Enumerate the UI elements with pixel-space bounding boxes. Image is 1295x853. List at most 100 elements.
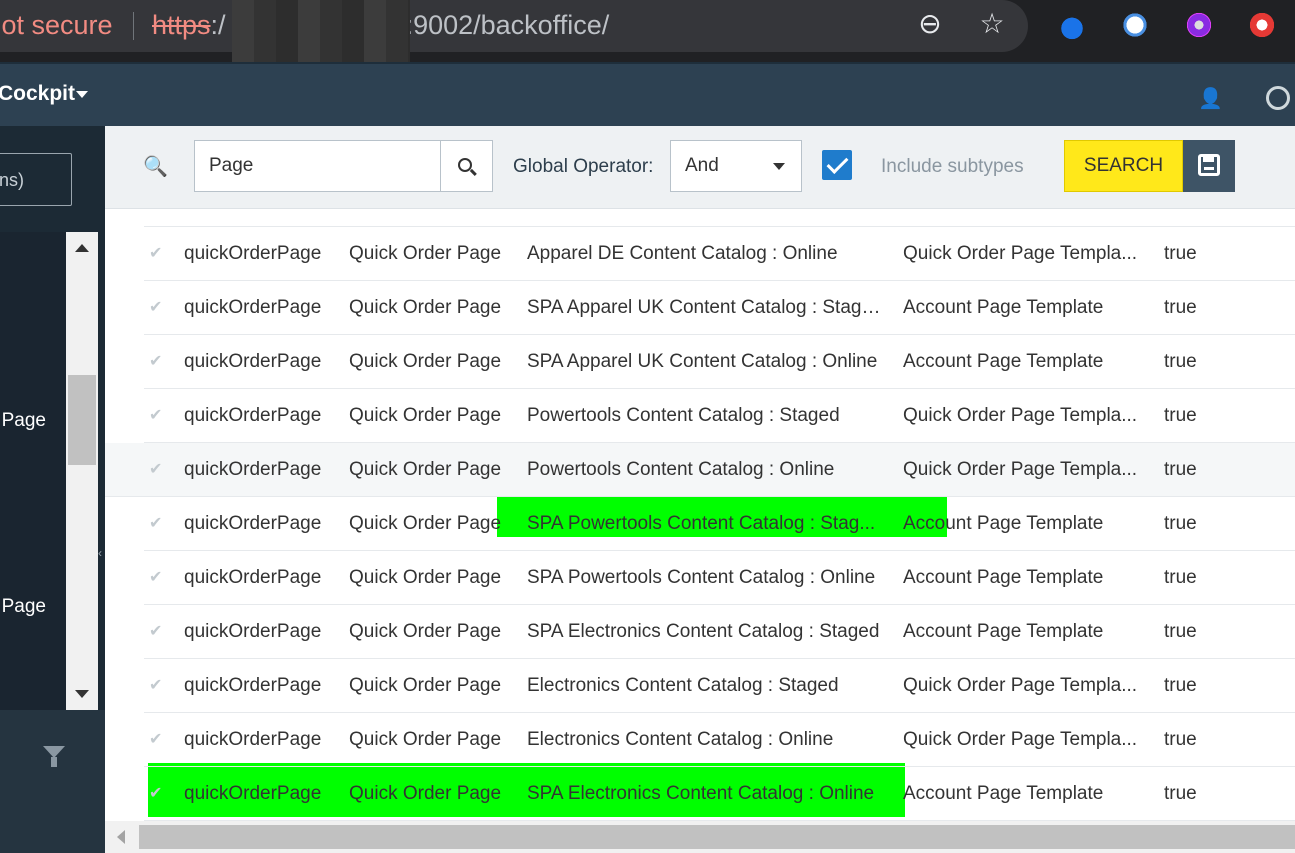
cell-flag: true bbox=[1164, 621, 1197, 642]
extension-icon[interactable] bbox=[1055, 8, 1089, 42]
scroll-down-icon[interactable] bbox=[75, 690, 89, 698]
horizontal-scrollbar[interactable] bbox=[105, 821, 1295, 853]
browser-toolbar: Not secure https:/:9002/backoffice/ ⊖ ☆ bbox=[0, 0, 1295, 66]
global-operator-label: Global Operator: bbox=[513, 156, 654, 177]
scroll-up-icon[interactable] bbox=[75, 244, 89, 252]
security-indicator[interactable]: Not secure bbox=[0, 10, 113, 41]
save-icon bbox=[1198, 154, 1220, 176]
row-cells: ✔ quickOrderPage Quick Order Page SPA Appar… bbox=[144, 335, 1295, 389]
cell-catalog-version: Apparel DE Content Catalog : Online bbox=[527, 243, 838, 264]
table-row[interactable]: ✔ quickOrderPage Quick Order Page SPA Appar… bbox=[144, 281, 1295, 335]
checkmark-icon: ✔ bbox=[149, 569, 163, 586]
cell-uid: quickOrderPage bbox=[184, 621, 322, 642]
checkmark-icon: ✔ bbox=[149, 785, 163, 802]
table-row[interactable]: ✔ quickOrderPage Quick Order Page Apparel D… bbox=[144, 227, 1295, 281]
cell-page-template: Account Page Template bbox=[903, 297, 1104, 318]
row-cells: ✔ quickOrderPage Quick Order Page Electroni… bbox=[144, 659, 1295, 713]
cell-name: Quick Order Page bbox=[349, 405, 502, 426]
table-row[interactable]: ✔ quickOrderPage Quick Order Page Powertool… bbox=[105, 443, 1295, 497]
save-search-button[interactable] bbox=[1183, 140, 1235, 192]
cell-page-template: Quick Order Page Templa... bbox=[903, 459, 1138, 480]
checkmark-icon: ✔ bbox=[149, 731, 163, 748]
tree-search-input[interactable]: ns) bbox=[0, 153, 72, 206]
scrollbar-thumb[interactable] bbox=[68, 375, 96, 465]
cell-catalog-version: Electronics Content Catalog : Staged bbox=[527, 675, 839, 696]
cell-name: Quick Order Page bbox=[349, 675, 502, 696]
tree-search-text: ns) bbox=[0, 170, 25, 190]
vertical-scrollbar[interactable] bbox=[66, 232, 98, 710]
cell-catalog-version: SPA Powertools Content Catalog : Online bbox=[527, 567, 876, 588]
cell-name: Quick Order Page bbox=[349, 243, 502, 264]
table-row[interactable]: ✔ quickOrderPage Quick Order Page Electroni… bbox=[144, 713, 1295, 767]
cell-catalog-version: Powertools Content Catalog : Online bbox=[527, 459, 835, 480]
advanced-search-icon[interactable]: 🔍 bbox=[143, 154, 168, 178]
cell-page-template: Quick Order Page Templa... bbox=[903, 675, 1138, 696]
stop-hand-extension-icon[interactable] bbox=[1245, 8, 1279, 42]
row-cells: ✔ quickOrderPage Quick Order Page Powertool… bbox=[144, 389, 1295, 443]
cell-flag: true bbox=[1164, 297, 1197, 318]
cell-name: Quick Order Page bbox=[349, 459, 502, 480]
include-subtypes-checkbox[interactable] bbox=[822, 150, 852, 180]
help-icon[interactable] bbox=[1266, 86, 1290, 110]
table-row[interactable]: ✔ quickOrderPage Quick Order Page SPA Power… bbox=[144, 551, 1295, 605]
cell-flag: true bbox=[1164, 513, 1197, 534]
cell-page-template: Account Page Template bbox=[903, 351, 1104, 372]
global-operator-select[interactable]: And bbox=[670, 140, 802, 192]
user-lock-icon[interactable]: 👤 bbox=[1198, 86, 1224, 110]
cell-flag: true bbox=[1164, 729, 1197, 750]
app-title[interactable]: Cockpit bbox=[0, 82, 75, 106]
url-protocol: https bbox=[152, 10, 211, 40]
table-row[interactable]: ✔ quickOrderPage Quick Order Page Powertool… bbox=[144, 389, 1295, 443]
cell-uid: quickOrderPage bbox=[184, 675, 322, 696]
zoom-out-icon[interactable]: ⊖ bbox=[914, 8, 946, 40]
cell-catalog-version: SPA Electronics Content Catalog : Staged bbox=[527, 621, 880, 642]
filter-icon[interactable] bbox=[43, 746, 65, 767]
tree-item[interactable]: Page bbox=[0, 596, 66, 618]
cell-uid: quickOrderPage bbox=[184, 297, 322, 318]
search-icon bbox=[458, 158, 472, 172]
checkmark-icon: ✔ bbox=[149, 299, 163, 316]
chevron-down-icon bbox=[773, 163, 785, 170]
cell-flag: true bbox=[1164, 783, 1197, 804]
extension-icon[interactable] bbox=[1182, 8, 1216, 42]
search-button[interactable]: SEARCH bbox=[1064, 140, 1183, 192]
tree-item[interactable]: Page bbox=[0, 410, 66, 432]
cell-flag: true bbox=[1164, 459, 1197, 480]
table-row[interactable]: ✔ quickOrderPage Quick Order Page SPA Power… bbox=[144, 497, 1295, 551]
collapse-handle-icon[interactable]: ‹ bbox=[98, 546, 105, 562]
row-cells: ✔ quickOrderPage Quick Order Page Electroni… bbox=[144, 713, 1295, 767]
row-cells: ✔ quickOrderPage Quick Order Page SPA Power… bbox=[144, 551, 1295, 605]
row-cells: ✔ quickOrderPage Quick Order Page SPA Elect… bbox=[144, 767, 1295, 821]
redacted-host bbox=[232, 0, 410, 66]
cell-uid: quickOrderPage bbox=[184, 783, 322, 804]
scrollbar-thumb[interactable] bbox=[139, 825, 1295, 849]
table-row[interactable]: ✔ quickOrderPage Quick Order Page SPA Elect… bbox=[144, 605, 1295, 659]
cell-flag: true bbox=[1164, 675, 1197, 696]
row-cells: ✔ quickOrderPage Quick Order Page Powertool… bbox=[144, 443, 1295, 497]
checkmark-icon: ✔ bbox=[149, 677, 163, 694]
cell-name: Quick Order Page bbox=[349, 621, 502, 642]
bookmark-star-icon[interactable]: ☆ bbox=[976, 8, 1008, 40]
search-icon-button[interactable] bbox=[440, 140, 493, 192]
search-toolbar: 🔍 Page Global Operator: And Include subt… bbox=[105, 126, 1295, 209]
navigation-panel: ns) Page Page ‹ bbox=[0, 126, 105, 853]
alarm-clock-extension-icon[interactable] bbox=[1118, 8, 1152, 42]
cell-flag: true bbox=[1164, 567, 1197, 588]
table-row[interactable]: ✔ quickOrderPage Quick Order Page SPA Appar… bbox=[144, 335, 1295, 389]
filter-area bbox=[0, 710, 105, 853]
cell-uid: quickOrderPage bbox=[184, 351, 322, 372]
url-path: :9002/backoffice/ bbox=[405, 10, 610, 40]
checkmark-icon: ✔ bbox=[149, 407, 163, 424]
table-row[interactable]: ✔ quickOrderPage Quick Order Page SPA Elect… bbox=[144, 767, 1295, 821]
search-input[interactable]: Page bbox=[194, 140, 441, 192]
cell-uid: quickOrderPage bbox=[184, 567, 322, 588]
cell-catalog-version: SPA Apparel UK Content Catalog : Staged bbox=[527, 297, 882, 318]
scroll-left-icon[interactable] bbox=[117, 830, 125, 844]
chevron-down-icon[interactable] bbox=[76, 91, 88, 98]
table-row[interactable]: ✔ quickOrderPage Quick Order Page Electroni… bbox=[144, 659, 1295, 713]
checkmark-icon: ✔ bbox=[149, 461, 163, 478]
checkmark-icon: ✔ bbox=[149, 353, 163, 370]
cell-flag: true bbox=[1164, 405, 1197, 426]
cell-catalog-version: Electronics Content Catalog : Online bbox=[527, 729, 834, 750]
cell-catalog-version: SPA Apparel UK Content Catalog : Online bbox=[527, 351, 878, 372]
